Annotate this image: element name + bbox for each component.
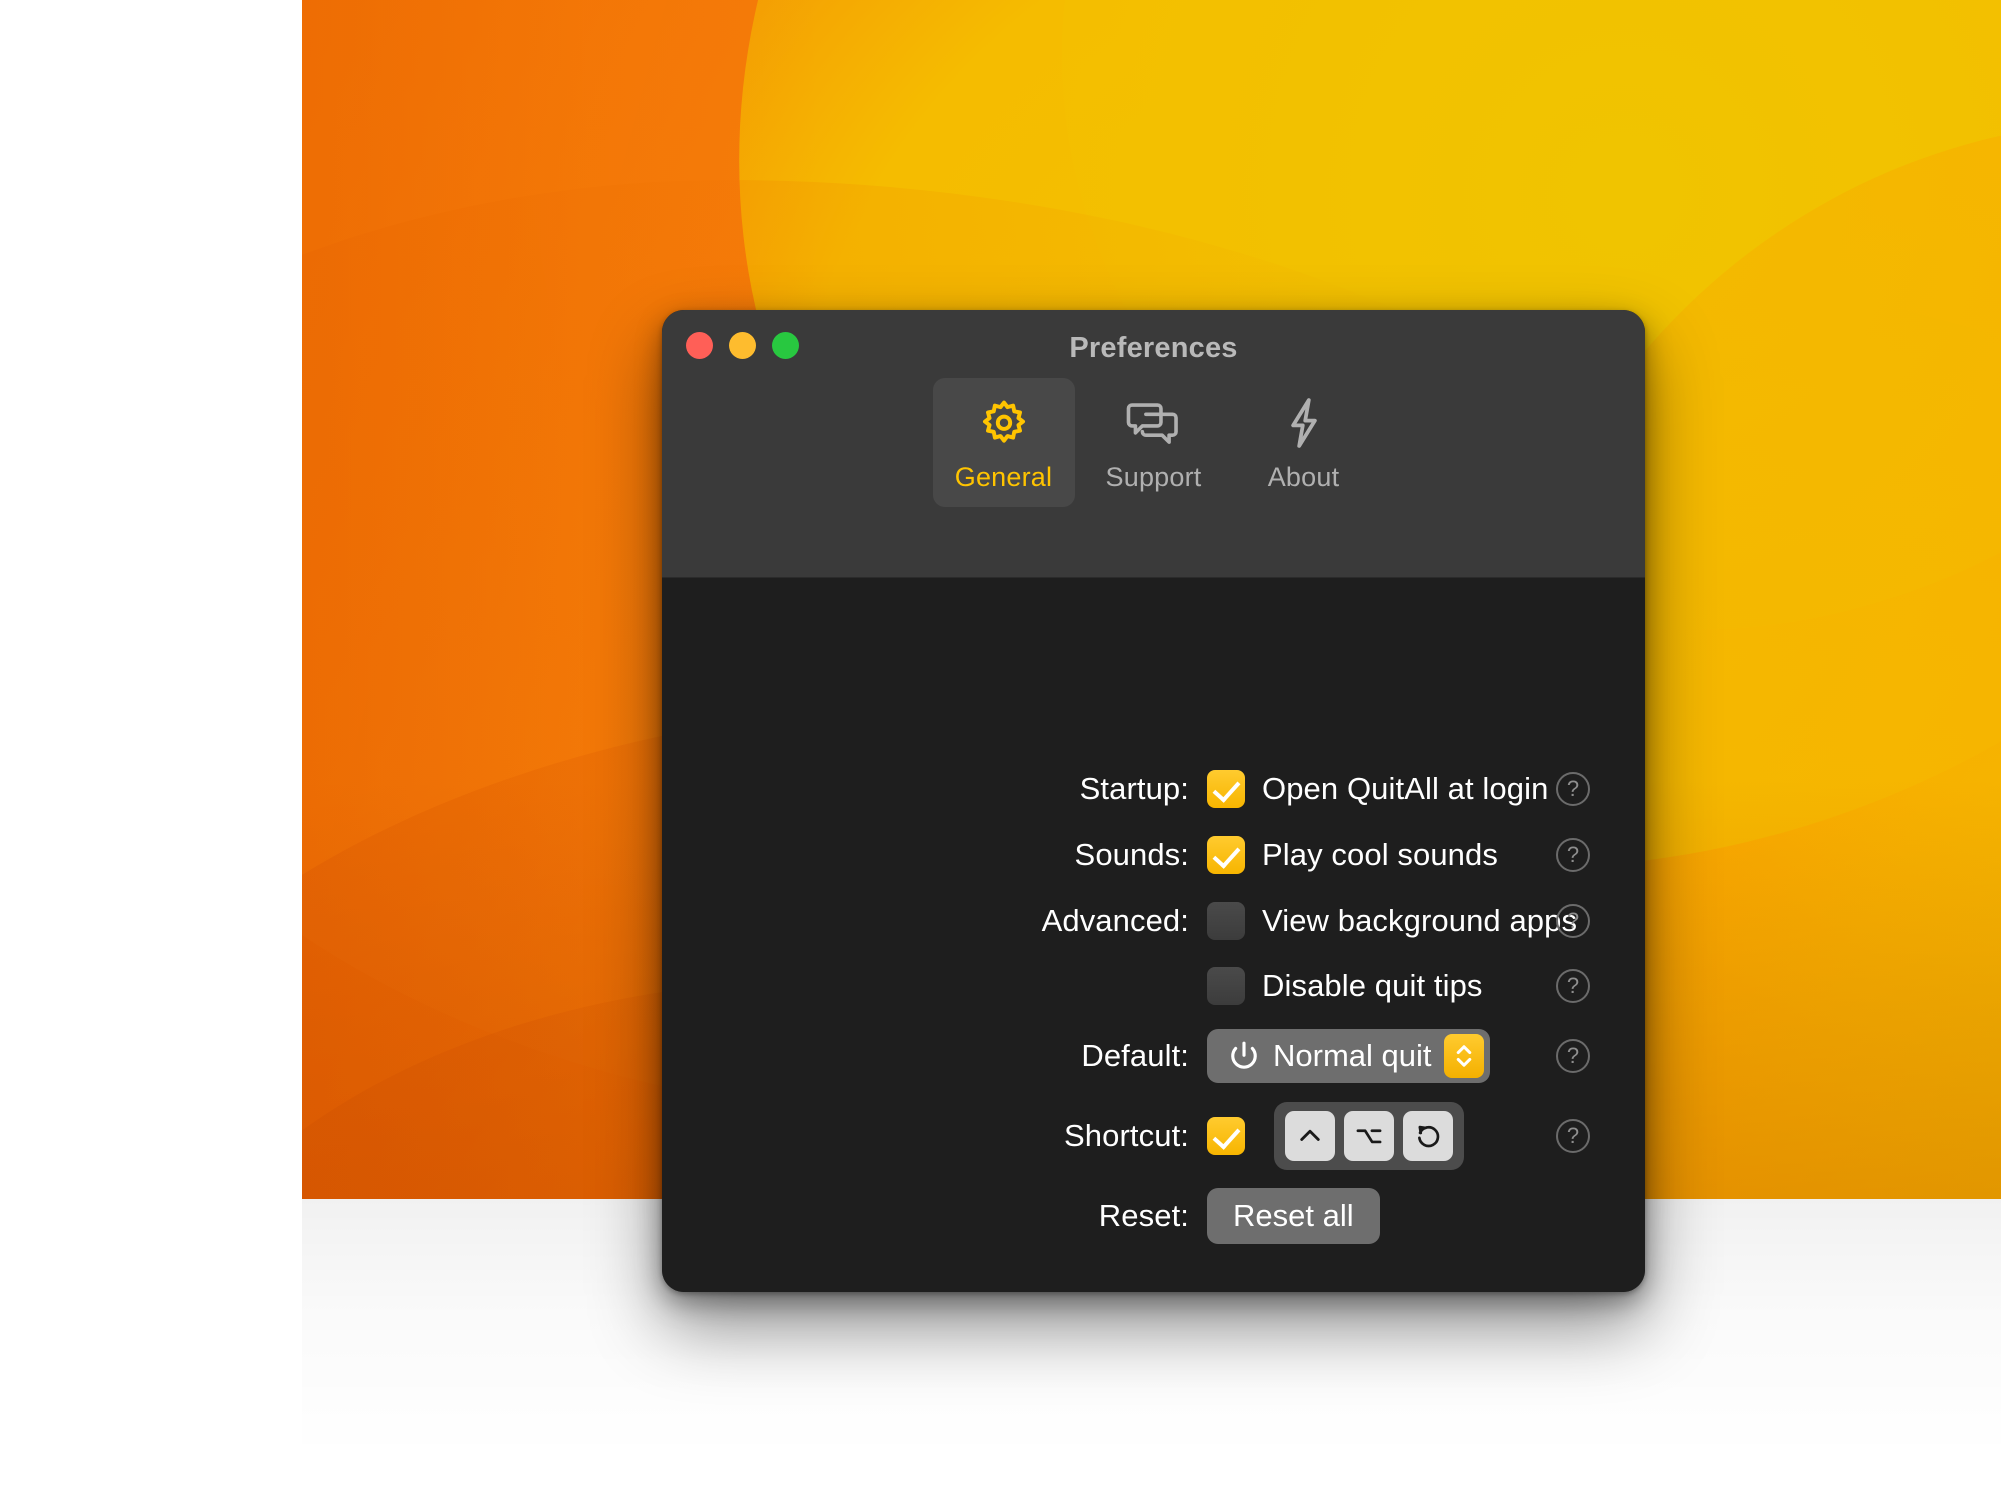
preferences-toolbar: General Support About xyxy=(662,378,1645,507)
checkbox-shortcut-enabled[interactable] xyxy=(1207,1117,1245,1155)
checkbox-disable-quit-tips[interactable] xyxy=(1207,967,1245,1005)
tab-general[interactable]: General xyxy=(932,378,1075,507)
row-label: Default: xyxy=(1081,1038,1189,1073)
row-reset: Reset: Reset all xyxy=(662,1183,1645,1249)
shortcut-key-group[interactable] xyxy=(1274,1102,1464,1170)
tab-about[interactable]: About xyxy=(1233,378,1375,507)
row-disable-quit-tips: Disable quit tips ? xyxy=(662,953,1645,1019)
speech-bubbles-icon xyxy=(1125,394,1183,452)
checkbox-label: View background apps xyxy=(1262,903,1578,938)
row-shortcut: Shortcut: ? xyxy=(662,1102,1645,1170)
general-pane: Startup: Open QuitAll at login ? Sounds:… xyxy=(662,578,1645,1292)
power-icon xyxy=(1227,1039,1261,1073)
row-default: Default: Normal quit ? xyxy=(662,1023,1645,1089)
checkbox-play-sounds[interactable] xyxy=(1207,836,1245,874)
up-down-chevron-icon[interactable] xyxy=(1443,1034,1484,1078)
rotate-key-icon[interactable] xyxy=(1403,1111,1453,1161)
help-button-default[interactable]: ? xyxy=(1556,1039,1590,1073)
row-advanced: Advanced: View background apps ? xyxy=(662,888,1645,954)
checkbox-open-at-login[interactable] xyxy=(1207,770,1245,808)
option-key-icon[interactable] xyxy=(1344,1111,1394,1161)
checkbox-view-background-apps[interactable] xyxy=(1207,902,1245,940)
tab-label: General xyxy=(954,462,1053,492)
window-titlebar: Preferences General Support About xyxy=(662,310,1645,578)
row-label: Sounds: xyxy=(1074,837,1189,872)
screen: Preferences General Support About Startu… xyxy=(0,0,2001,1500)
tab-label: About xyxy=(1267,462,1340,492)
tab-label: Support xyxy=(1105,462,1202,492)
help-button-advanced[interactable]: ? xyxy=(1556,904,1590,938)
tab-support[interactable]: Support xyxy=(1083,378,1225,507)
row-label: Startup: xyxy=(1079,771,1189,806)
reset-all-button[interactable]: Reset all xyxy=(1207,1188,1380,1244)
lightning-bolt-icon xyxy=(1282,394,1326,452)
default-quit-popup-button[interactable]: Normal quit xyxy=(1207,1029,1490,1083)
preferences-window: Preferences General Support About Startu… xyxy=(662,310,1645,1292)
help-button-sounds[interactable]: ? xyxy=(1556,838,1590,872)
window-title: Preferences xyxy=(1069,332,1238,364)
row-label: Shortcut: xyxy=(1064,1118,1189,1153)
gear-icon xyxy=(976,394,1032,452)
row-sounds: Sounds: Play cool sounds ? xyxy=(662,822,1645,888)
row-label: Advanced: xyxy=(1041,903,1189,938)
checkbox-label: Open QuitAll at login xyxy=(1262,771,1549,806)
help-button-startup[interactable]: ? xyxy=(1556,772,1590,806)
row-label: Reset: xyxy=(1098,1198,1189,1233)
popup-value: Normal quit xyxy=(1273,1038,1432,1073)
row-startup: Startup: Open QuitAll at login ? xyxy=(662,756,1645,822)
checkbox-label: Play cool sounds xyxy=(1262,837,1498,872)
checkbox-label: Disable quit tips xyxy=(1262,968,1483,1003)
help-button-shortcut[interactable]: ? xyxy=(1556,1119,1590,1153)
control-key-icon[interactable] xyxy=(1285,1111,1335,1161)
help-button-quit-tips[interactable]: ? xyxy=(1556,969,1590,1003)
